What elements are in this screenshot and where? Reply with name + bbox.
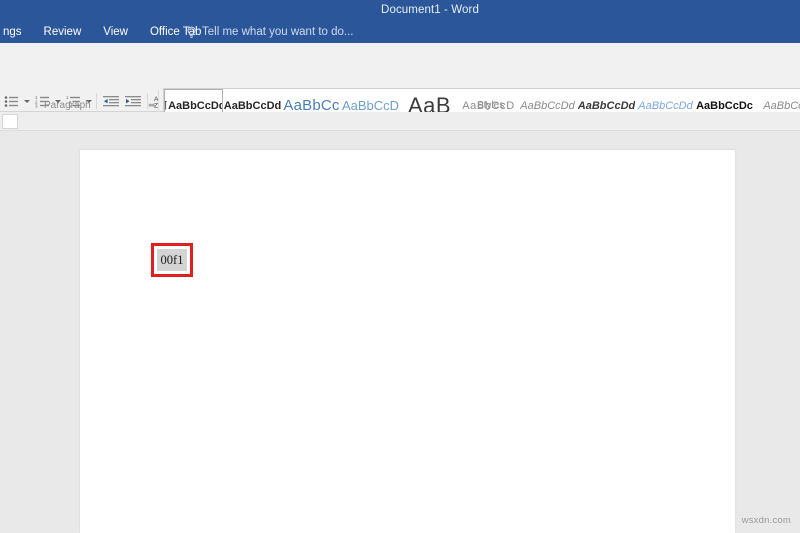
ribbon-tabs: ngs Review View Office Tab	[0, 21, 212, 43]
document-page[interactable]: 00f1	[80, 150, 735, 533]
ribbon-group-labels: Paragraph ⬌ Styles	[0, 99, 800, 112]
watermark-text: wsxdn.com	[741, 515, 791, 526]
document-canvas: 00f1 wsxdn.com	[0, 131, 800, 533]
tab-stop-selector[interactable]	[2, 114, 18, 129]
red-highlight-annotation	[151, 243, 193, 277]
tell-me-box[interactable]: Tell me what you want to do...	[186, 21, 354, 43]
word-application-window: Document1 - Word ngs Review View Office …	[0, 0, 800, 533]
lightbulb-icon	[186, 26, 197, 39]
tab-review[interactable]: Review	[33, 21, 93, 43]
window-title: Document1 - Word	[381, 4, 479, 16]
group-label-paragraph: Paragraph	[44, 100, 91, 111]
paragraph-dialog-launcher[interactable]: ⬌	[148, 99, 156, 112]
tell-me-label: Tell me what you want to do...	[202, 26, 354, 38]
tab-view[interactable]: View	[92, 21, 139, 43]
group-label-styles: Styles	[477, 100, 505, 111]
ruler-band	[0, 112, 800, 239]
ribbon-tab-strip: ngs Review View Office Tab Tell me what …	[0, 21, 800, 43]
tab-mailings[interactable]: ngs	[0, 21, 33, 43]
title-bar: Document1 - Word	[0, 0, 800, 21]
